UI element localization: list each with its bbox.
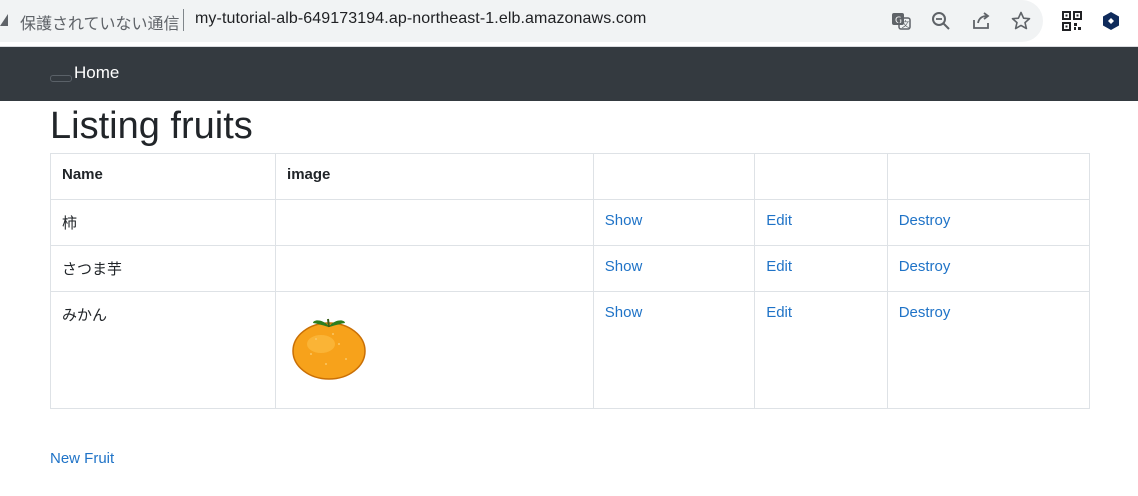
destroy-link[interactable]: Destroy bbox=[899, 212, 951, 229]
header-edit bbox=[754, 153, 888, 200]
share-icon[interactable] bbox=[970, 10, 992, 32]
fruit-name-cell: みかん bbox=[49, 291, 277, 409]
nav-home-link[interactable]: Home bbox=[74, 63, 119, 83]
destroy-link[interactable]: Destroy bbox=[899, 304, 951, 321]
destroy-link[interactable]: Destroy bbox=[899, 258, 951, 275]
mikan-orange-icon bbox=[291, 314, 369, 380]
page-title: Listing fruits bbox=[50, 105, 253, 147]
show-link[interactable]: Show bbox=[605, 258, 643, 275]
qr-code-icon[interactable] bbox=[1061, 10, 1083, 32]
table-row: さつま芋 Show Edit Destroy bbox=[49, 245, 1091, 292]
header-show bbox=[592, 153, 756, 200]
zoom-icon[interactable] bbox=[930, 10, 952, 32]
fruit-image-cell bbox=[275, 291, 594, 409]
table-row: みかん Show Edit Destroy bbox=[49, 291, 1091, 409]
url-text[interactable]: my-tutorial-alb-649173194.ap-northeast-1… bbox=[195, 10, 646, 28]
show-link[interactable]: Show bbox=[605, 212, 643, 229]
fruit-name-cell: さつま芋 bbox=[49, 245, 277, 292]
address-bar[interactable]: 保護されていない通信 my-tutorial-alb-649173194.ap-… bbox=[0, 0, 1043, 42]
new-fruit-link[interactable]: New Fruit bbox=[50, 450, 114, 467]
edit-link[interactable]: Edit bbox=[766, 212, 792, 229]
svg-text:文: 文 bbox=[902, 19, 910, 29]
extension-icon[interactable] bbox=[1100, 10, 1122, 32]
browser-toolbar: 保護されていない通信 my-tutorial-alb-649173194.ap-… bbox=[0, 0, 1138, 47]
url-separator bbox=[183, 9, 184, 31]
star-icon[interactable] bbox=[1010, 10, 1032, 32]
header-image: image bbox=[275, 153, 594, 200]
navbar: Home bbox=[0, 47, 1138, 101]
header-destroy bbox=[886, 153, 1091, 200]
navbar-toggler[interactable] bbox=[50, 75, 72, 82]
security-status-label[interactable]: 保護されていない通信 bbox=[20, 10, 180, 34]
warning-icon[interactable] bbox=[0, 12, 10, 28]
header-name: Name bbox=[49, 153, 277, 200]
edit-link[interactable]: Edit bbox=[766, 258, 792, 275]
translate-icon[interactable]: G文 bbox=[890, 10, 912, 32]
fruit-name-cell: 柿 bbox=[49, 199, 277, 246]
table-header-row: Name image bbox=[49, 153, 1091, 200]
table-row: 柿 Show Edit Destroy bbox=[49, 199, 1091, 246]
fruits-table: Name image 柿 Show Edit Destroy さつま芋 Show… bbox=[49, 153, 1091, 409]
show-link[interactable]: Show bbox=[605, 304, 643, 321]
fruit-image-cell bbox=[275, 245, 594, 292]
fruit-image-cell bbox=[275, 199, 594, 246]
edit-link[interactable]: Edit bbox=[766, 304, 792, 321]
